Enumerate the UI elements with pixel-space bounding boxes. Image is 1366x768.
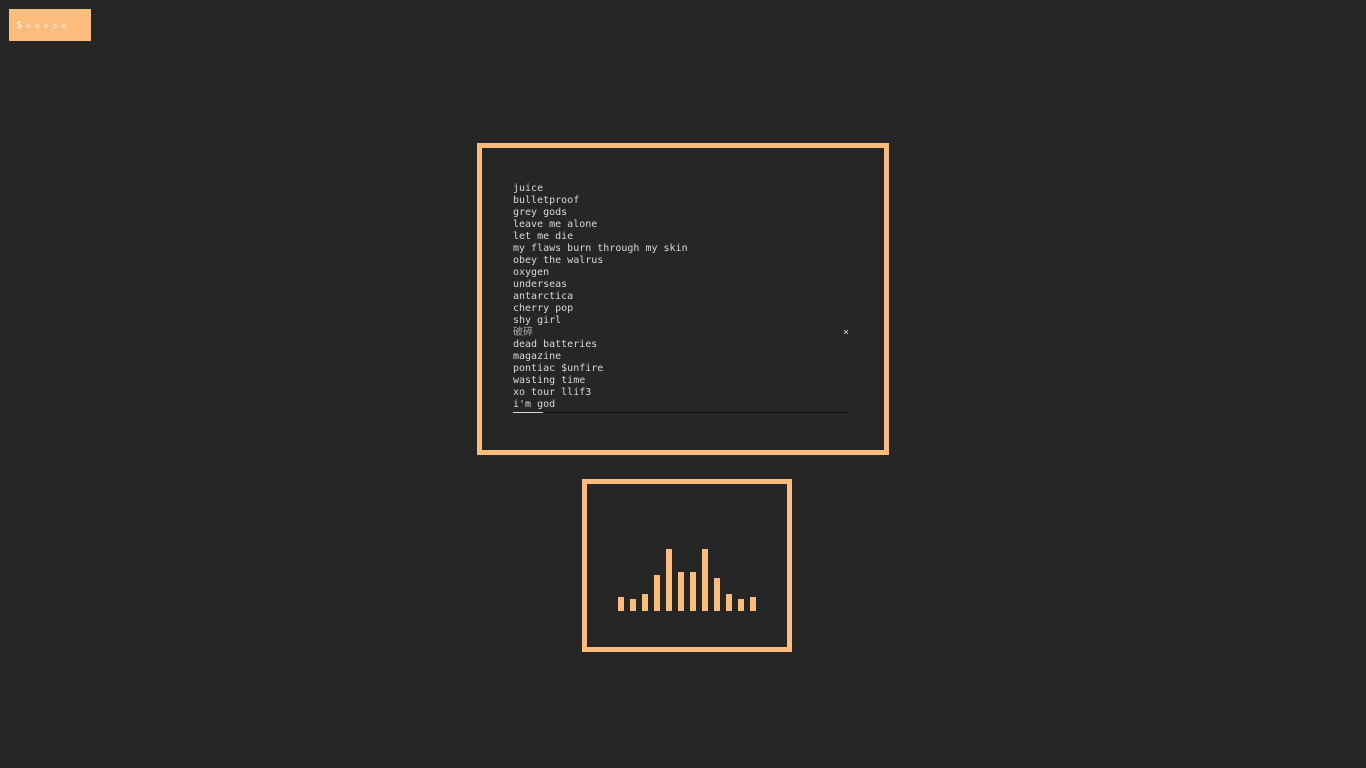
track-item[interactable]: antarctica <box>513 291 853 303</box>
track-item[interactable]: i'm god <box>513 399 853 411</box>
workspace-dot-1[interactable]: ◇ <box>26 21 32 30</box>
workspace-dot-4[interactable]: ◇ <box>53 21 59 30</box>
track-item[interactable]: bulletproof <box>513 195 853 207</box>
track-item[interactable]: cherry pop <box>513 303 853 315</box>
workspace-bar[interactable]: $ ◇ ◇ ◇ ◇ ◇ <box>9 9 91 41</box>
visualizer-bar <box>618 597 624 611</box>
visualizer-bar <box>738 599 744 611</box>
current-track-item[interactable]: 破碎 × <box>513 327 853 339</box>
track-item[interactable]: leave me alone <box>513 219 853 231</box>
track-list: juice bulletproof grey gods leave me alo… <box>513 183 853 411</box>
current-track-title: 破碎 <box>513 327 533 338</box>
visualizer-bar <box>726 594 732 611</box>
track-item[interactable]: xo tour llif3 <box>513 387 853 399</box>
progress-bar[interactable] <box>513 412 849 413</box>
audio-visualizer <box>618 549 762 611</box>
visualizer-bar <box>750 597 756 611</box>
progress-bar-fill <box>513 412 544 413</box>
visualizer-bar <box>654 575 660 611</box>
track-item[interactable]: obey the walrus <box>513 255 853 267</box>
visualizer-window <box>582 479 792 652</box>
close-icon[interactable]: × <box>843 327 849 339</box>
track-item[interactable]: shy girl <box>513 315 853 327</box>
track-item[interactable]: grey gods <box>513 207 853 219</box>
visualizer-bar <box>690 572 696 611</box>
visualizer-bar <box>666 549 672 611</box>
track-item[interactable]: my flaws burn through my skin <box>513 243 853 255</box>
track-item[interactable]: magazine <box>513 351 853 363</box>
visualizer-bar <box>630 599 636 611</box>
workspace-label: $ <box>16 19 24 31</box>
track-item[interactable]: oxygen <box>513 267 853 279</box>
visualizer-bar <box>642 594 648 611</box>
track-item[interactable]: juice <box>513 183 853 195</box>
visualizer-bar <box>714 578 720 611</box>
track-item[interactable]: dead batteries <box>513 339 853 351</box>
workspace-dot-2[interactable]: ◇ <box>35 21 41 30</box>
visualizer-bar <box>702 549 708 611</box>
track-item[interactable]: let me die <box>513 231 853 243</box>
visualizer-bar <box>678 572 684 611</box>
track-item[interactable]: pontiac $unfire <box>513 363 853 375</box>
workspace-dot-3[interactable]: ◇ <box>44 21 50 30</box>
track-item[interactable]: underseas <box>513 279 853 291</box>
playlist-window: juice bulletproof grey gods leave me alo… <box>477 143 889 455</box>
track-item[interactable]: wasting time <box>513 375 853 387</box>
workspace-dot-5[interactable]: ◇ <box>61 21 67 30</box>
